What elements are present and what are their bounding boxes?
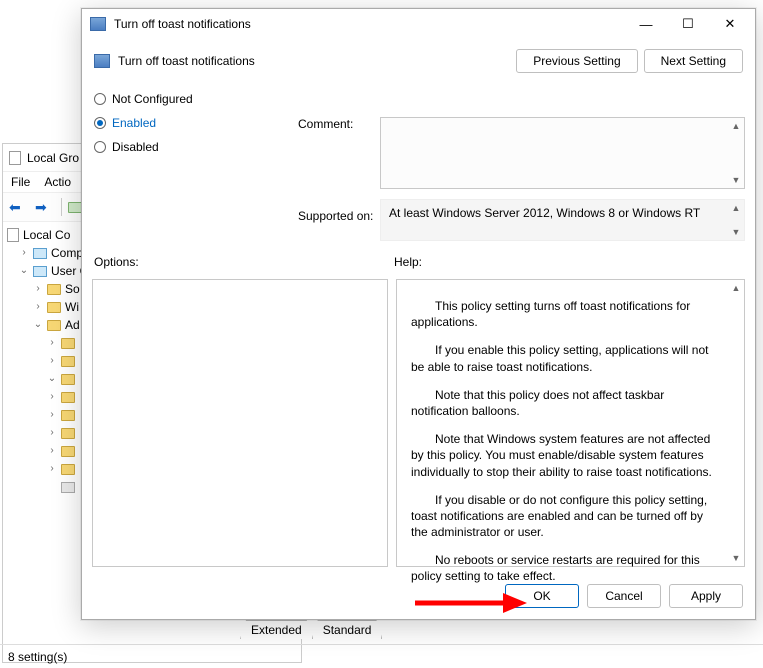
folder-icon [61,446,75,457]
radio-icon [94,141,106,153]
chevron-right-icon[interactable]: › [47,352,57,370]
folder-icon [61,428,75,439]
chevron-down-icon[interactable]: ⌄ [19,262,29,280]
scroll-down-icon[interactable]: ▼ [728,224,744,240]
help-paragraph: If you disable or do not configure this … [411,492,718,541]
folder-icon [61,392,75,403]
radio-icon-checked [94,117,106,129]
toolbar-divider [61,198,62,216]
gpedit-icon [9,151,21,165]
comment-label: Comment: [298,117,373,131]
radio-label: Not Configured [112,92,193,106]
help-panel[interactable]: This policy setting turns off toast noti… [396,279,745,567]
chevron-right-icon[interactable]: › [47,406,57,424]
folder-icon [61,410,75,421]
scroll-up-icon[interactable]: ▲ [728,118,744,134]
help-paragraph: Note that this policy does not affect ta… [411,387,718,419]
chevron-right-icon[interactable]: › [47,334,57,352]
previous-setting-button[interactable]: Previous Setting [516,49,637,73]
up-folder-icon[interactable] [68,202,82,213]
chevron-right-icon[interactable]: › [47,442,57,460]
folder-icon [61,374,75,385]
chevron-right-icon[interactable]: › [33,298,43,316]
radio-not-configured[interactable]: Not Configured [94,87,743,111]
policy-root-icon [7,228,19,242]
chevron-right-icon[interactable]: › [33,280,43,298]
folder-icon [47,320,61,331]
scroll-down-icon[interactable]: ▼ [728,172,744,188]
menu-file[interactable]: File [11,175,30,189]
statusbar-text: 8 setting(s) [8,650,67,664]
gpedit-title: Local Gro [27,151,79,165]
minimize-icon: — [640,17,653,32]
chevron-down-icon[interactable]: ⌄ [47,370,57,388]
statusbar: 8 setting(s) [0,644,763,668]
next-setting-button[interactable]: Next Setting [644,49,743,73]
scroll-up-icon[interactable]: ▲ [728,200,744,216]
tab-standard[interactable]: Standard [312,620,383,639]
folder-icon [47,284,61,295]
policy-dialog-icon [90,17,106,31]
folder-icon [61,464,75,475]
chevron-down-icon[interactable]: ⌄ [33,316,43,334]
folder-icon [61,356,75,367]
chevron-right-icon[interactable]: › [47,388,57,406]
help-paragraph: If you enable this policy setting, appli… [411,342,718,374]
blank [47,478,57,496]
comment-textarea[interactable]: ▲ ▼ [380,117,745,189]
maximize-button[interactable]: ☐ [667,10,709,38]
policy-icon [94,54,110,68]
supported-label: Supported on: [298,209,373,223]
dialog-header-row: Turn off toast notifications Previous Se… [82,39,755,83]
view-tabs[interactable]: Extended Standard [240,620,382,639]
scroll-down-icon[interactable]: ▼ [728,550,744,566]
menu-action[interactable]: Actio [44,175,71,189]
ok-button[interactable]: OK [505,584,579,608]
tab-extended[interactable]: Extended [240,620,313,639]
chevron-right-icon[interactable]: › [47,424,57,442]
chevron-right-icon[interactable]: › [47,460,57,478]
help-label: Help: [394,255,422,269]
computer-icon [33,248,47,259]
user-icon [33,266,47,277]
dialog-button-row: OK Cancel Apply [82,573,755,619]
scroll-up-icon[interactable]: ▲ [728,280,744,296]
settings-node-icon [61,482,75,493]
radio-icon [94,93,106,105]
back-icon[interactable]: ⬅ [9,199,29,216]
folder-icon [47,302,61,313]
field-labels: Comment: Supported on: [298,117,373,223]
options-panel [92,279,388,567]
folder-icon [61,338,75,349]
dialog-titlebar[interactable]: Turn off toast notifications — ☐ ✕ [82,9,755,39]
help-paragraph: Note that Windows system features are no… [411,431,718,480]
minimize-button[interactable]: — [625,10,667,38]
dialog-title: Turn off toast notifications [114,17,251,31]
close-button[interactable]: ✕ [709,10,751,38]
options-label: Options: [94,255,394,269]
supported-on-text: At least Windows Server 2012, Windows 8 … [389,206,700,220]
forward-icon[interactable]: ➡ [35,199,55,216]
help-paragraph: This policy setting turns off toast noti… [411,298,718,330]
cancel-button[interactable]: Cancel [587,584,661,608]
chevron-right-icon[interactable]: › [19,244,29,262]
policy-dialog: Turn off toast notifications — ☐ ✕ Turn … [81,8,756,620]
maximize-icon: ☐ [682,16,694,32]
policy-name-text: Turn off toast notifications [118,54,255,68]
radio-label: Enabled [112,116,156,130]
radio-label: Disabled [112,140,159,154]
supported-on-box: At least Windows Server 2012, Windows 8 … [380,199,745,241]
apply-button[interactable]: Apply [669,584,743,608]
close-icon: ✕ [725,16,736,32]
